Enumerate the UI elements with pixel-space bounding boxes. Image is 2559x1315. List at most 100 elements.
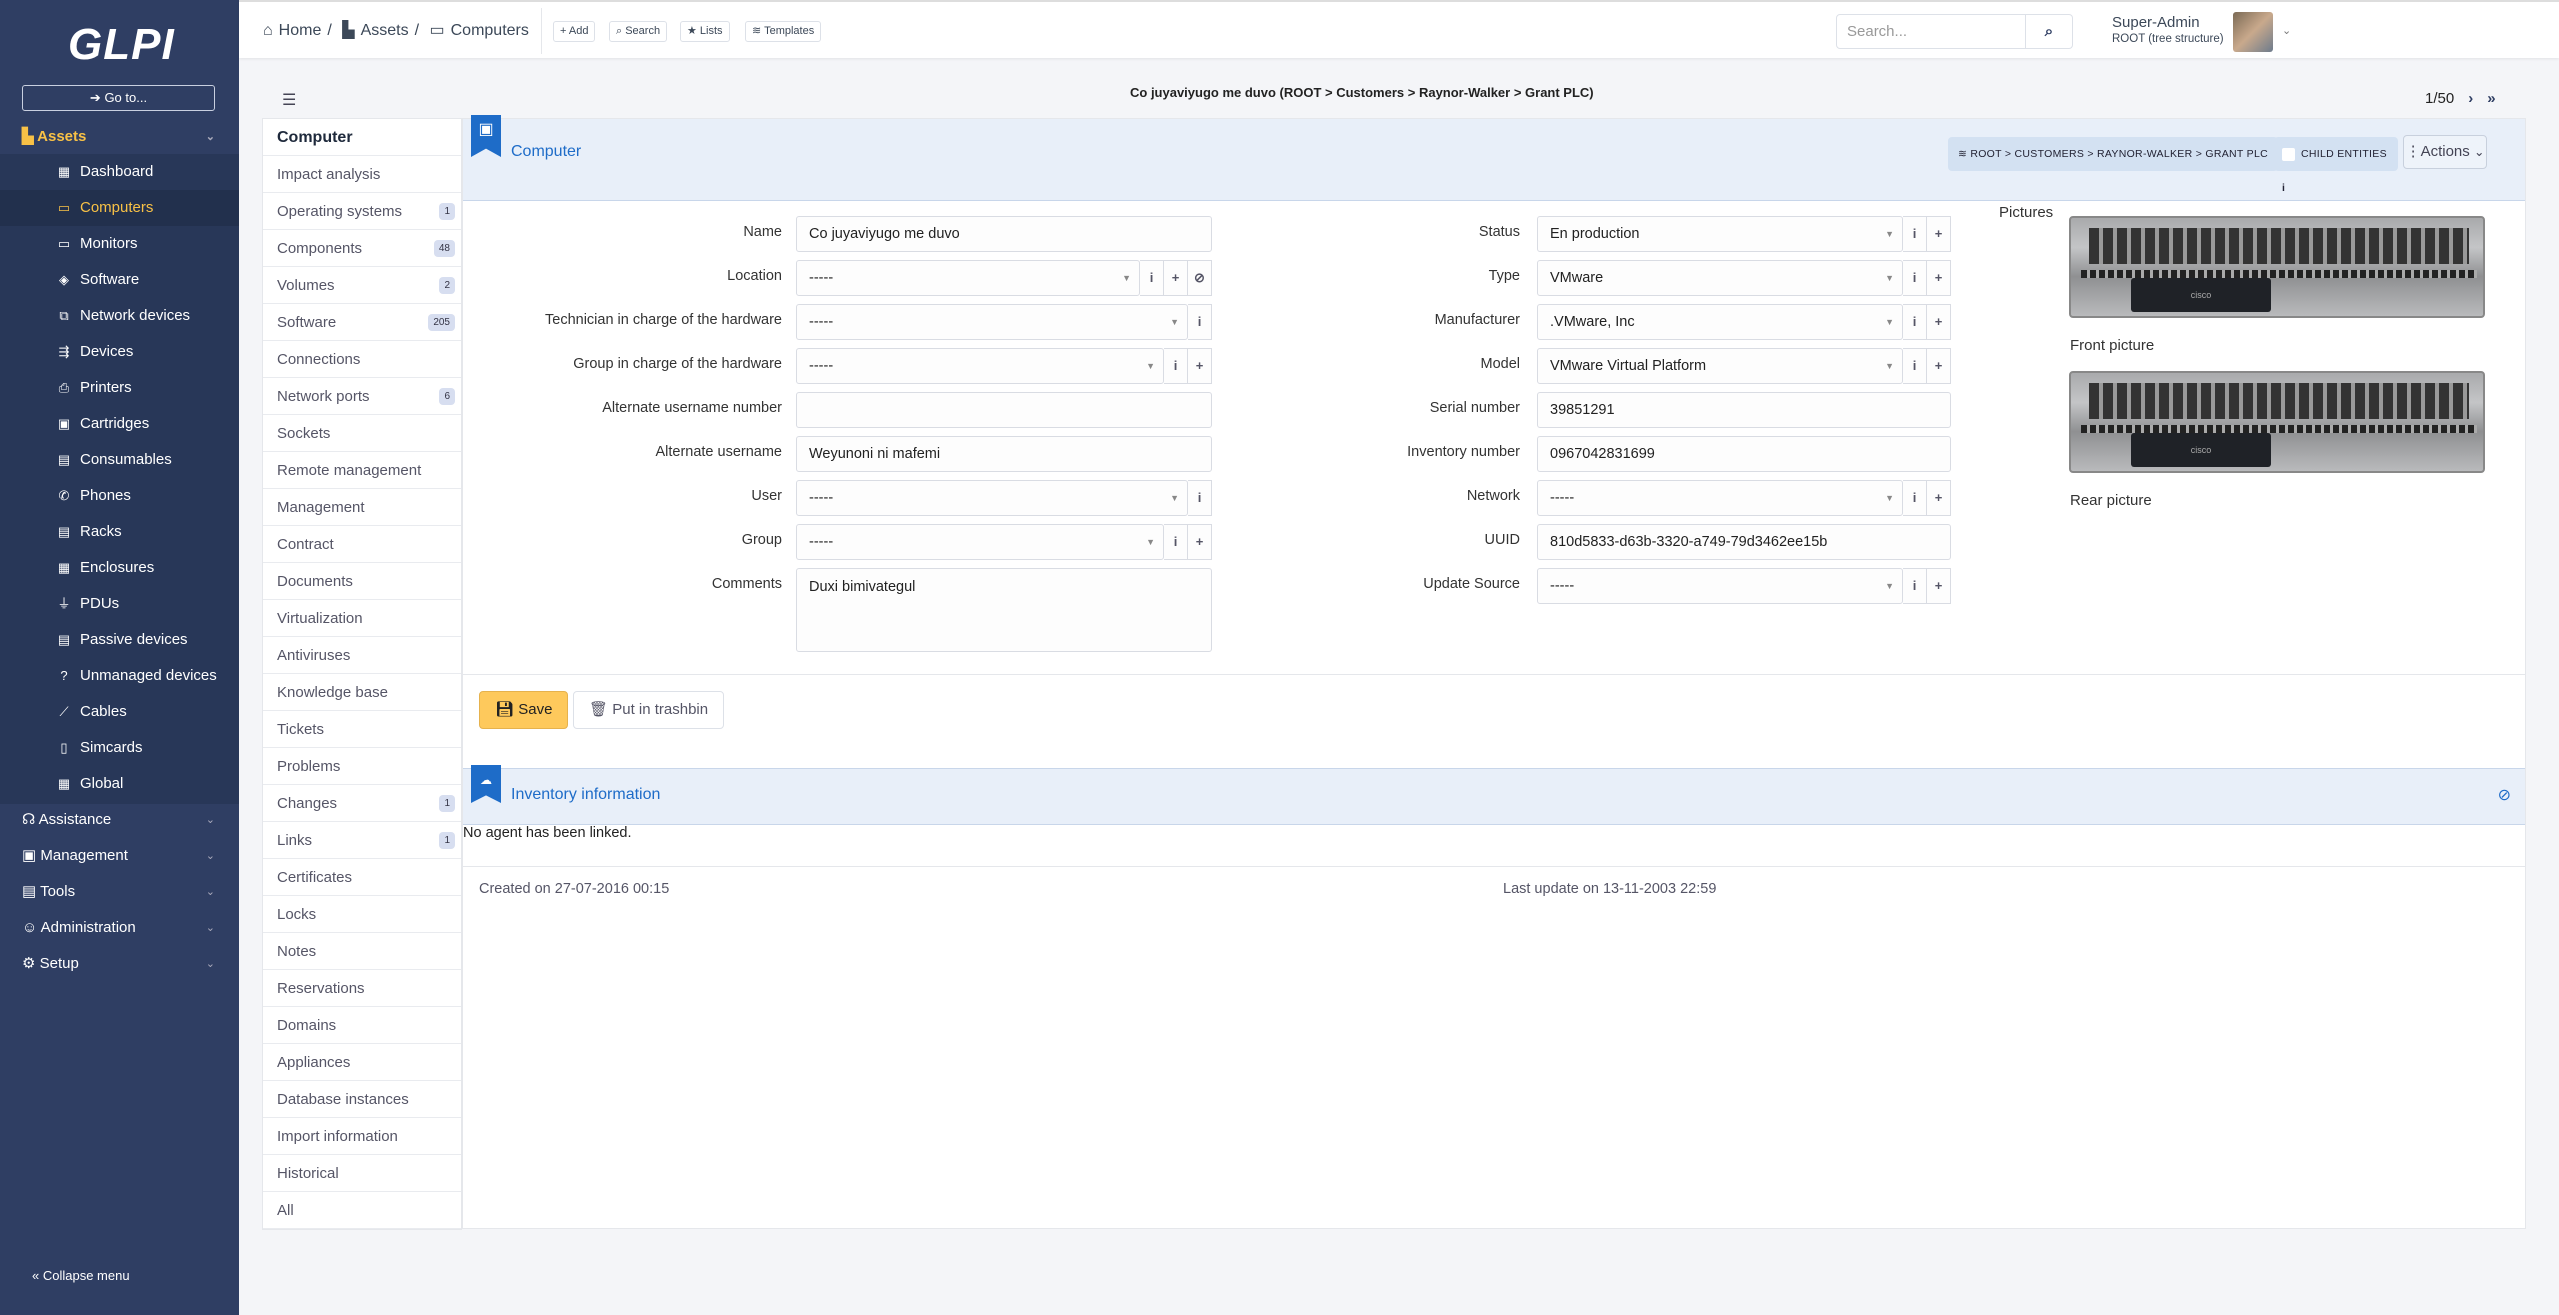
- tab-domains[interactable]: Domains: [263, 1007, 461, 1044]
- search-submit-icon[interactable]: ⌕: [2026, 14, 2073, 49]
- add-icon[interactable]: +: [1927, 304, 1951, 340]
- save-button[interactable]: 💾︎ Save: [479, 691, 569, 729]
- sidebar-item-pdus[interactable]: ⏚ PDUs: [0, 586, 239, 622]
- sidebar-item-monitors[interactable]: ▭ Monitors: [0, 226, 239, 262]
- menu-tools[interactable]: ▤ Tools ⌄: [0, 874, 239, 910]
- user-select[interactable]: ----- ▼: [796, 480, 1188, 516]
- tab-notes[interactable]: Notes: [263, 933, 461, 970]
- tab-connections[interactable]: Connections: [263, 341, 461, 378]
- tab-appliances[interactable]: Appliances: [263, 1044, 461, 1081]
- sidebar-item-printers[interactable]: ⎙ Printers: [0, 370, 239, 406]
- sidebar-item-consumables[interactable]: ▤ Consumables: [0, 442, 239, 478]
- info-icon[interactable]: i: [1903, 348, 1927, 384]
- uuid-field[interactable]: 810d5833-d63b-3320-a749-79d3462ee15b: [1537, 524, 1951, 560]
- add-icon[interactable]: +: [1927, 480, 1951, 516]
- info-icon[interactable]: i: [1903, 568, 1927, 604]
- group-select[interactable]: ----- ▼: [796, 524, 1164, 560]
- tab-links[interactable]: Links 1: [263, 822, 461, 859]
- add-icon[interactable]: +: [1927, 216, 1951, 252]
- add-icon[interactable]: +: [1927, 568, 1951, 604]
- sidebar-item-simcards[interactable]: ▯ Simcards: [0, 730, 239, 766]
- tab-reservations[interactable]: Reservations: [263, 970, 461, 1007]
- goto-button[interactable]: ➔ Go to...: [22, 85, 215, 111]
- breadcrumb-home[interactable]: Home: [279, 22, 322, 39]
- ban-icon[interactable]: ⊘: [2498, 785, 2511, 805]
- tab-virtualization[interactable]: Virtualization: [263, 600, 461, 637]
- search-button[interactable]: ⌕ Search: [609, 21, 668, 42]
- avatar[interactable]: [2233, 12, 2273, 52]
- menu-management[interactable]: ▣ Management ⌄: [0, 838, 239, 874]
- list-view-icon[interactable]: ☰: [282, 90, 296, 110]
- comments-field[interactable]: Duxi bimivategul: [796, 568, 1212, 652]
- update-source-select[interactable]: ----- ▼: [1537, 568, 1903, 604]
- add-icon[interactable]: +: [1164, 260, 1188, 296]
- menu-assistance[interactable]: ☊ Assistance ⌄: [0, 802, 239, 838]
- sidebar-item-software[interactable]: ◈ Software: [0, 262, 239, 298]
- network-select[interactable]: ----- ▼: [1537, 480, 1903, 516]
- tab-changes[interactable]: Changes 1: [263, 785, 461, 822]
- tab-contract[interactable]: Contract: [263, 526, 461, 563]
- sidebar-item-dashboard[interactable]: ▦ Dashboard: [0, 154, 239, 190]
- info-icon[interactable]: i: [1140, 260, 1164, 296]
- inventory-number-field[interactable]: 0967042831699: [1537, 436, 1951, 472]
- tab-remote-management[interactable]: Remote management: [263, 452, 461, 489]
- tab-computer[interactable]: Computer: [263, 119, 461, 156]
- manufacturer-select[interactable]: .VMware, Inc ▼: [1537, 304, 1903, 340]
- type-select[interactable]: VMware ▼: [1537, 260, 1903, 296]
- tab-impact-analysis[interactable]: Impact analysis: [263, 156, 461, 193]
- add-icon[interactable]: +: [1927, 260, 1951, 296]
- sidebar-item-enclosures[interactable]: ▦ Enclosures: [0, 550, 239, 586]
- info-icon[interactable]: i: [1164, 524, 1188, 560]
- tab-certificates[interactable]: Certificates: [263, 859, 461, 896]
- info-icon[interactable]: i: [1903, 216, 1927, 252]
- tab-all[interactable]: All: [263, 1192, 461, 1229]
- tab-operating-systems[interactable]: Operating systems 1: [263, 193, 461, 230]
- sidebar-item-computers[interactable]: ▭ Computers: [0, 190, 239, 226]
- add-icon[interactable]: +: [1188, 348, 1212, 384]
- child-entities[interactable]: CHILD ENTITIES i: [2274, 137, 2398, 194]
- child-entities-checkbox[interactable]: [2282, 147, 2295, 161]
- sidebar-item-cartridges[interactable]: ▣ Cartridges: [0, 406, 239, 442]
- info-icon[interactable]: i: [1164, 348, 1188, 384]
- breadcrumb-assets[interactable]: Assets: [361, 22, 409, 39]
- name-field[interactable]: Co juyaviyugo me duvo: [796, 216, 1212, 252]
- add-icon[interactable]: +: [1927, 348, 1951, 384]
- location-select[interactable]: ----- ▼: [796, 260, 1140, 296]
- rear-picture[interactable]: cisco: [2069, 371, 2485, 473]
- tab-management[interactable]: Management: [263, 489, 461, 526]
- tab-software[interactable]: Software 205: [263, 304, 461, 341]
- serial-number-field[interactable]: 39851291: [1537, 392, 1951, 428]
- sidebar-item-cables[interactable]: ⟋ Cables: [0, 694, 239, 730]
- globe-icon[interactable]: ⊘: [1188, 260, 1212, 296]
- info-icon[interactable]: i: [1903, 480, 1927, 516]
- add-button[interactable]: + Add: [553, 21, 596, 42]
- technician-in-charge-of-the-hardware-select[interactable]: ----- ▼: [796, 304, 1188, 340]
- next-icon[interactable]: ›: [2468, 90, 2473, 107]
- sidebar-item-network-devices[interactable]: ⧉ Network devices: [0, 298, 239, 334]
- global-search-input[interactable]: Search...: [1836, 14, 2026, 49]
- info-icon[interactable]: i: [1903, 304, 1927, 340]
- info-icon[interactable]: i: [1188, 480, 1212, 516]
- last-icon[interactable]: »: [2487, 90, 2495, 107]
- tab-problems[interactable]: Problems: [263, 748, 461, 785]
- menu-setup[interactable]: ⚙ Setup ⌄: [0, 946, 239, 982]
- alternate-username-field[interactable]: Weyunoni ni mafemi: [796, 436, 1212, 472]
- tab-sockets[interactable]: Sockets: [263, 415, 461, 452]
- sidebar-item-passive-devices[interactable]: ▤ Passive devices: [0, 622, 239, 658]
- tab-database-instances[interactable]: Database instances: [263, 1081, 461, 1118]
- tab-documents[interactable]: Documents: [263, 563, 461, 600]
- front-picture[interactable]: cisco: [2069, 216, 2485, 318]
- sidebar-item-unmanaged-devices[interactable]: ? Unmanaged devices: [0, 658, 239, 694]
- lists-button[interactable]: ★ Lists: [680, 21, 730, 42]
- sidebar-item-racks[interactable]: ▤ Racks: [0, 514, 239, 550]
- model-select[interactable]: VMware Virtual Platform ▼: [1537, 348, 1903, 384]
- user-menu[interactable]: Super-Admin ROOT (tree structure): [2112, 14, 2224, 45]
- trash-button[interactable]: 🗑︎ Put in trashbin: [573, 691, 725, 729]
- menu-administration[interactable]: ☺ Administration ⌄: [0, 910, 239, 946]
- tab-locks[interactable]: Locks: [263, 896, 461, 933]
- breadcrumb-computers[interactable]: Computers: [451, 22, 529, 39]
- collapse-menu-button[interactable]: « Collapse menu: [32, 1268, 130, 1283]
- glpi-logo[interactable]: GLPI: [68, 20, 175, 70]
- tab-tickets[interactable]: Tickets: [263, 711, 461, 748]
- info-icon[interactable]: i: [1188, 304, 1212, 340]
